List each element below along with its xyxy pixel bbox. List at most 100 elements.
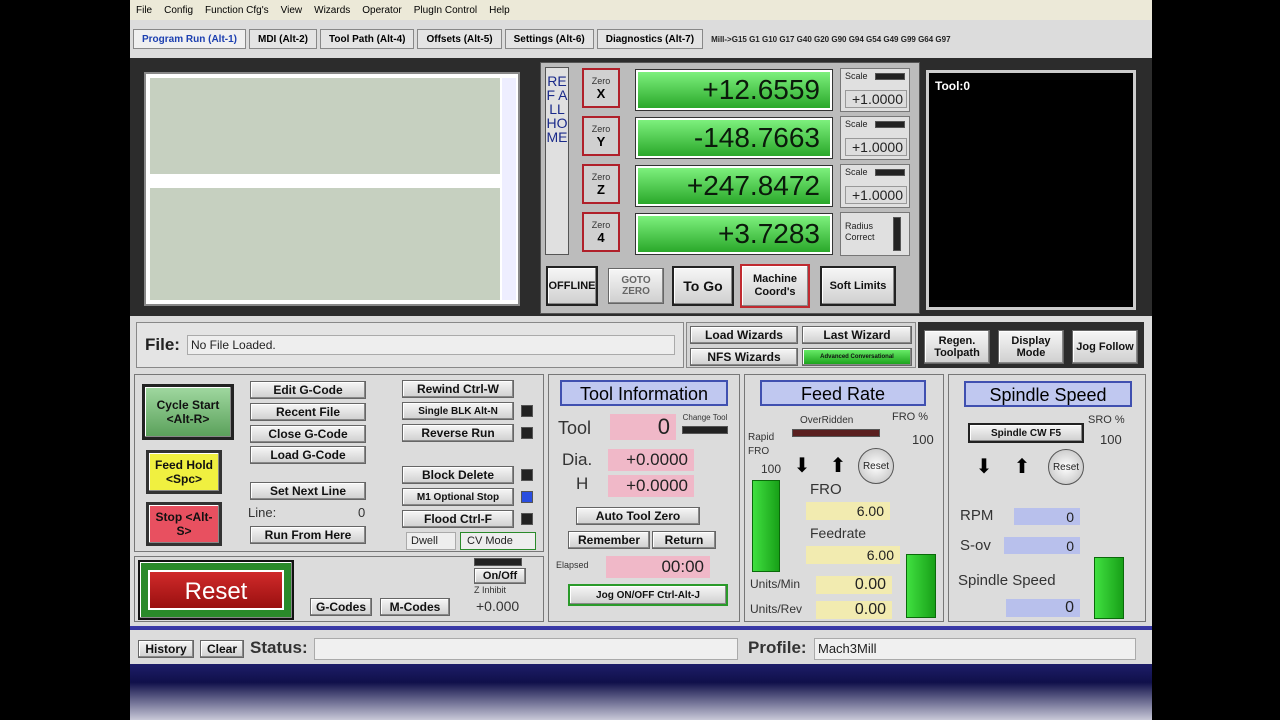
dro-z[interactable]: +247.8472: [636, 166, 832, 206]
spindle-up-icon[interactable]: ⬆: [1010, 455, 1034, 479]
menu-config[interactable]: Config: [158, 5, 199, 16]
menu-help[interactable]: Help: [483, 5, 516, 16]
z-inhibit-onoff-button[interactable]: On/Off: [474, 568, 526, 584]
menu-function-cfgs[interactable]: Function Cfg's: [199, 5, 275, 16]
regen-toolpath-button[interactable]: Regen. Toolpath: [924, 330, 990, 364]
goto-zero-button[interactable]: GOTO ZERO: [608, 268, 664, 304]
load-gcode-button[interactable]: Load G-Code: [250, 446, 366, 464]
radius-correct-button[interactable]: Radius Correct: [840, 212, 910, 256]
edit-gcode-button[interactable]: Edit G-Code: [250, 381, 366, 399]
dro-4[interactable]: +3.7283: [636, 214, 832, 254]
menu-plugin-control[interactable]: PlugIn Control: [408, 5, 483, 16]
tab-mdi[interactable]: MDI (Alt-2): [249, 29, 317, 49]
reset-button-frame[interactable]: Reset: [138, 560, 294, 620]
cv-mode-indicator: CV Mode: [460, 532, 536, 550]
h-value[interactable]: +0.0000: [608, 475, 694, 497]
cycle-start-button[interactable]: Cycle Start <Alt-R>: [142, 384, 234, 440]
machine-coords-button[interactable]: Machine Coord's: [740, 264, 810, 308]
mcodes-button[interactable]: M-Codes: [380, 598, 450, 616]
spindle-slider[interactable]: [1094, 557, 1124, 619]
jog-follow-button[interactable]: Jog Follow: [1072, 330, 1138, 364]
spindle-cw-button[interactable]: Spindle CW F5: [968, 423, 1084, 443]
scale-led: [875, 73, 905, 80]
to-go-button[interactable]: To Go: [672, 266, 734, 306]
scale-y[interactable]: Scale +1.0000: [840, 116, 910, 160]
scale-value[interactable]: +1.0000: [845, 186, 907, 204]
display-mode-button[interactable]: Display Mode: [998, 330, 1064, 364]
tool-number-value[interactable]: 0: [610, 414, 676, 440]
tab-settings[interactable]: Settings (Alt-6): [504, 29, 594, 49]
feed-down-icon[interactable]: ⬇: [790, 454, 814, 478]
fro-slider[interactable]: [906, 554, 936, 618]
elapsed-value: 00:00: [606, 556, 710, 578]
menu-operator[interactable]: Operator: [356, 5, 407, 16]
remember-button[interactable]: Remember: [568, 531, 650, 549]
h-label: H: [576, 474, 589, 493]
zero-z-button[interactable]: Zero Z: [582, 164, 620, 204]
scale-value[interactable]: +1.0000: [845, 90, 907, 108]
rewind-button[interactable]: Rewind Ctrl-W: [402, 380, 514, 398]
zero-label: Zero: [591, 123, 611, 134]
tool-info-title: Tool Information: [560, 380, 728, 406]
single-block-button[interactable]: Single BLK Alt-N: [402, 402, 514, 420]
gcodes-button[interactable]: G-Codes: [310, 598, 372, 616]
gcode-scrollbar[interactable]: [502, 78, 516, 300]
load-wizards-button[interactable]: Load Wizards: [690, 326, 798, 344]
units-per-min-label: Units/Min: [750, 577, 801, 591]
scale-z[interactable]: Scale +1.0000: [840, 164, 910, 208]
menu-file[interactable]: File: [130, 5, 158, 16]
tab-diagnostics[interactable]: Diagnostics (Alt-7): [596, 29, 704, 49]
clear-button[interactable]: Clear: [200, 640, 244, 658]
feed-up-icon[interactable]: ⬆: [826, 454, 850, 478]
rapid-fro-slider[interactable]: [752, 480, 780, 572]
dia-value[interactable]: +0.0000: [608, 449, 694, 471]
ref-all-home-button[interactable]: REF ALL HOME: [545, 67, 569, 255]
nfs-wizards-button[interactable]: NFS Wizards: [690, 348, 798, 366]
rapid-fro-value: 100: [761, 462, 782, 476]
offline-button[interactable]: OFFLINE: [546, 266, 598, 306]
advanced-conversational-button[interactable]: Advanced Conversational: [802, 348, 912, 366]
tool-display-label: Tool:0: [935, 79, 971, 93]
soft-limits-button[interactable]: Soft Limits: [820, 266, 896, 306]
auto-tool-zero-button[interactable]: Auto Tool Zero: [576, 507, 700, 525]
reset-button[interactable]: Reset: [148, 570, 284, 610]
spindle-down-icon[interactable]: ⬇: [972, 455, 996, 479]
units-per-rev-label: Units/Rev: [750, 602, 803, 616]
dro-y[interactable]: -148.7663: [636, 118, 832, 158]
zero-4-button[interactable]: Zero 4: [582, 212, 620, 252]
tab-tool-path[interactable]: Tool Path (Alt-4): [320, 29, 415, 49]
stop-button[interactable]: Stop <Alt-S>: [146, 502, 222, 546]
last-wizard-button[interactable]: Last Wizard: [802, 326, 912, 344]
return-button[interactable]: Return: [652, 531, 716, 549]
zero-label: Zero: [591, 219, 611, 230]
zero-y-button[interactable]: Zero Y: [582, 116, 620, 156]
m1-optional-stop-button[interactable]: M1 Optional Stop: [402, 488, 514, 506]
zero-x-button[interactable]: Zero X: [582, 68, 620, 108]
gcode-viewer[interactable]: [144, 72, 520, 306]
close-gcode-button[interactable]: Close G-Code: [250, 425, 366, 443]
run-from-here-button[interactable]: Run From Here: [250, 526, 366, 544]
recent-file-button[interactable]: Recent File: [250, 403, 366, 421]
spindle-reset-button[interactable]: Reset: [1048, 449, 1084, 485]
set-next-line-button[interactable]: Set Next Line: [250, 482, 366, 500]
m1-optional-stop-led: [521, 491, 533, 503]
dro-x[interactable]: +12.6559: [636, 70, 832, 110]
tab-offsets[interactable]: Offsets (Alt-5): [417, 29, 502, 49]
scale-value[interactable]: +1.0000: [845, 138, 907, 156]
feed-hold-button[interactable]: Feed Hold <Spc>: [146, 450, 222, 494]
flood-button[interactable]: Flood Ctrl-F: [402, 510, 514, 528]
feed-reset-button[interactable]: Reset: [858, 448, 894, 484]
jog-onoff-button[interactable]: Jog ON/OFF Ctrl-Alt-J: [568, 584, 728, 606]
scale-x[interactable]: Scale +1.0000: [840, 68, 910, 112]
block-delete-button[interactable]: Block Delete: [402, 466, 514, 484]
status-label: Status:: [250, 638, 308, 657]
history-button[interactable]: History: [138, 640, 194, 658]
menu-wizards[interactable]: Wizards: [308, 5, 356, 16]
menu-view[interactable]: View: [275, 5, 309, 16]
file-bar: File: No File Loaded.: [136, 322, 684, 368]
overridden-led: [792, 429, 880, 437]
tab-program-run[interactable]: Program Run (Alt-1): [133, 29, 246, 49]
scale-led: [893, 217, 901, 251]
fro-percent-value: 100: [912, 432, 934, 447]
reverse-run-button[interactable]: Reverse Run: [402, 424, 514, 442]
